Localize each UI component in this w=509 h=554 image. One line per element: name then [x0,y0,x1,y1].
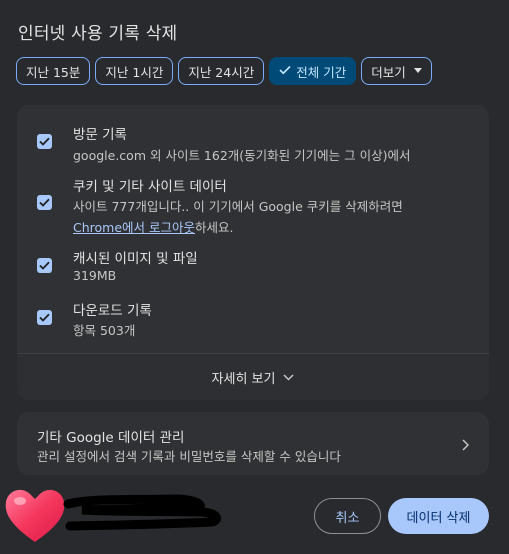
chip-all-time[interactable]: 전체 기간 [269,57,357,85]
chip-label: 지난 24시간 [188,64,255,80]
chip-label: 전체 기간 [296,64,347,80]
checkbox-cache[interactable] [37,258,52,273]
chip-label: 지난 1시간 [105,64,164,80]
chevron-down-icon [283,370,294,385]
checkbox-browsing-history[interactable] [37,134,52,149]
redacted-text [62,494,222,538]
manage-google-data-card[interactable]: 기타 Google 데이터 관리 관리 설정에서 검색 기록과 비밀번호를 삭제… [17,412,489,475]
check-icon [39,313,50,322]
chip-last-hour[interactable]: 지난 1시간 [95,57,174,85]
chip-more-dropdown[interactable]: 더보기 [361,57,432,85]
card-desc: 관리 설정에서 검색 기록과 비밀번호를 삭제할 수 있습니다 [37,449,341,464]
heart-avatar-icon [2,484,68,550]
item-title: 다운로드 기록 [73,303,152,319]
dialog-title: 인터넷 사용 기록 삭제 [18,24,178,44]
item-desc: google.com 외 사이트 162개(동기화된 기기에는 그 이상)에서 [73,148,411,163]
time-range-chips: 지난 15분 지난 1시간 지난 24시간 전체 기간 더보기 [16,57,432,85]
more-details-button[interactable]: 자세히 보기 [17,354,489,400]
item-desc: 사이트 777개입니다.. 이 기기에서 Google 쿠키를 삭제하려면 [73,199,403,214]
check-icon [39,198,50,207]
item-title: 캐시된 이미지 및 파일 [73,251,198,267]
item-desc: 319MB [73,268,117,283]
check-icon [39,137,50,146]
chip-last-15-min[interactable]: 지난 15분 [16,57,91,85]
item-desc: 항목 503개 [73,323,136,338]
caret-down-icon [413,66,422,76]
chip-label: 더보기 [371,64,406,80]
sign-out-link[interactable]: Chrome에서 로그아웃 [73,220,195,235]
item-title: 방문 기록 [73,127,127,143]
item-title: 쿠키 및 기타 사이트 데이터 [73,179,227,195]
clear-browsing-data-dialog: 인터넷 사용 기록 삭제 지난 15분 지난 1시간 지난 24시간 전체 기간… [0,0,509,554]
item-desc-line2: Chrome에서 로그아웃하세요. [73,217,234,236]
check-icon [39,261,50,270]
item-desc-suffix: 하세요. [195,220,234,235]
chip-label: 지난 15분 [26,64,81,80]
chevron-right-icon [462,436,470,455]
cancel-button[interactable]: 취소 [314,498,381,534]
checkbox-download-history[interactable] [37,310,52,325]
data-types-panel: 방문 기록 google.com 외 사이트 162개(동기화된 기기에는 그 … [17,105,489,400]
checkbox-cookies[interactable] [37,195,52,210]
check-icon [279,64,291,79]
more-details-label: 자세히 보기 [211,371,276,387]
chip-last-24-hours[interactable]: 지난 24시간 [178,57,265,85]
delete-data-button[interactable]: 데이터 삭제 [388,498,489,534]
card-title: 기타 Google 데이터 관리 [37,430,185,446]
